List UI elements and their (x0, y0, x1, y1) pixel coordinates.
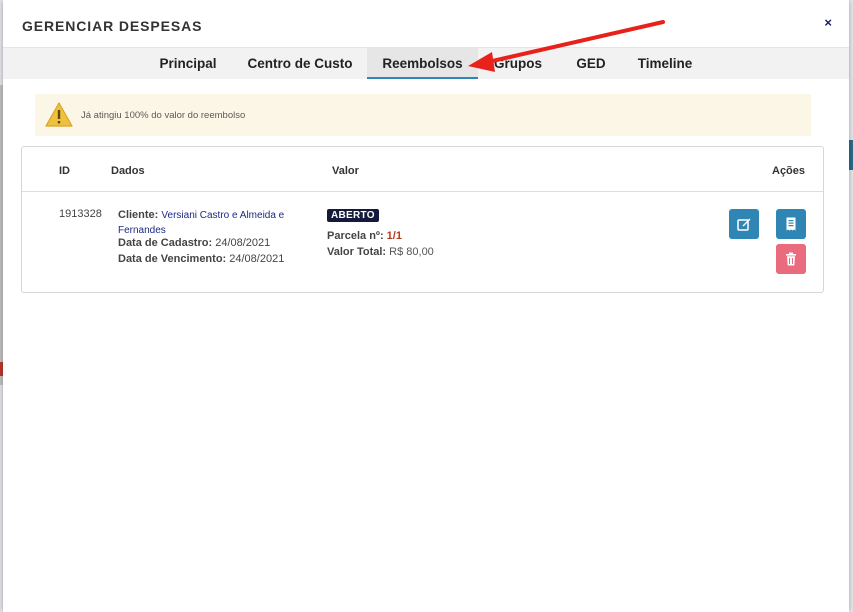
edit-button[interactable] (729, 209, 759, 239)
tab-timeline[interactable]: Timeline (630, 48, 700, 79)
row-id: 1913328 (59, 208, 102, 220)
row-valor: Valor Total: R$ 80,00 (327, 246, 434, 258)
column-header-valor: Valor (332, 165, 359, 177)
reimbursement-alert: Já atingiu 100% do valor do reembolso (35, 94, 811, 136)
status-badge: ABERTO (327, 209, 379, 222)
cadastro-value: 24/08/2021 (215, 237, 271, 249)
tab-reembolsos[interactable]: Reembolsos (367, 48, 478, 79)
row-cadastro: Data de Cadastro: 24/08/2021 (118, 237, 270, 249)
parcela-value: 1/1 (386, 230, 402, 242)
row-parcela: Parcela nº: 1/1 (327, 230, 402, 242)
background-page-button (849, 140, 853, 170)
header-divider (22, 191, 823, 192)
row-vencimento: Data de Vencimento: 24/08/2021 (118, 253, 284, 265)
vencimento-label: Data de Vencimento: (118, 253, 227, 265)
column-header-dados: Dados (111, 165, 145, 177)
trash-icon (786, 252, 796, 266)
modal-header: GERENCIAR DESPESAS × (3, 0, 849, 48)
warning-icon (45, 102, 73, 127)
manage-expenses-modal: GERENCIAR DESPESAS × Principal Centro de… (3, 0, 849, 612)
valor-value: R$ 80,00 (389, 246, 434, 258)
alert-message: Já atingiu 100% do valor do reembolso (81, 110, 246, 121)
parcela-label: Parcela nº: (327, 230, 384, 242)
valor-label: Valor Total: (327, 246, 387, 258)
cadastro-label: Data de Cadastro: (118, 237, 213, 249)
close-button[interactable]: × (824, 15, 832, 30)
column-header-acoes: Ações (772, 165, 806, 177)
vencimento-value: 24/08/2021 (229, 253, 285, 265)
delete-button[interactable] (776, 244, 806, 274)
tab-grupos[interactable]: Grupos (485, 48, 551, 79)
tab-ged[interactable]: GED (563, 48, 619, 79)
cliente-label: Cliente: (118, 209, 159, 221)
tabs-bar: Principal Centro de Custo Reembolsos Gru… (3, 48, 849, 79)
tab-centro-de-custo[interactable]: Centro de Custo (240, 48, 360, 79)
column-header-id: ID (59, 165, 70, 177)
receipt-button[interactable] (776, 209, 806, 239)
reimbursements-table: ID Dados Valor Ações 1913328 Cliente: Ve… (21, 146, 824, 293)
modal-title: GERENCIAR DESPESAS (22, 18, 203, 34)
tab-principal[interactable]: Principal (145, 48, 231, 79)
edit-icon (737, 218, 751, 231)
row-cliente: Cliente: Versiani Castro e Almeida e Fer… (118, 208, 298, 238)
receipt-icon (786, 217, 796, 231)
